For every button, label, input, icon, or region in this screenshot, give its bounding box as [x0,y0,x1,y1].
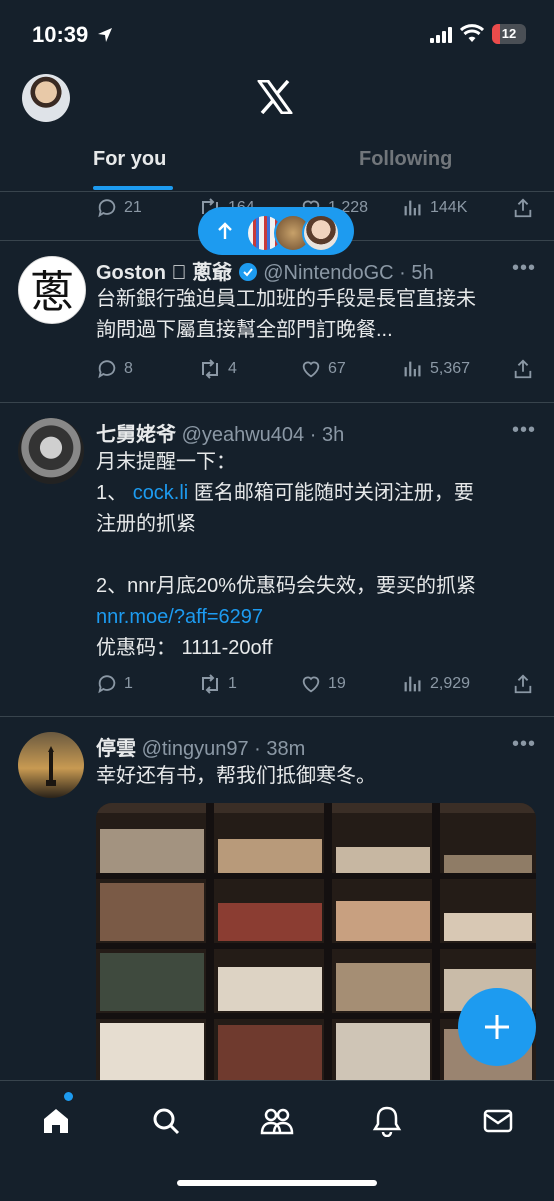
like-button[interactable]: 19 [300,673,346,695]
handle[interactable]: @tingyun97 [142,738,249,760]
views-icon [404,676,421,692]
signal-icon [430,27,454,48]
avatar[interactable] [18,418,84,484]
reply-icon [98,199,116,218]
communities-icon [260,1108,294,1135]
tweet-header: 七舅姥爷 @yeahwu404 · 3h [96,424,345,446]
tweet-actions: 8 4 67 5,367 [96,358,536,382]
more-icon[interactable]: ••• [512,257,536,280]
wifi-icon [459,24,485,49]
reply-count: 21 [124,199,142,216]
handle[interactable]: @NintendoGC [263,262,393,284]
tweet-divider [0,402,554,403]
new-posts-pill[interactable] [198,207,354,255]
views-icon [404,200,421,216]
reply-count: 1 [124,675,133,692]
share-button[interactable] [512,358,534,380]
avatar[interactable]: 蔥 [18,256,86,324]
display-name[interactable]: Goston  蔥爺 [96,262,232,284]
views-count: 144K [430,199,468,216]
notifications-icon [372,1106,402,1138]
handle[interactable]: @yeahwu404 [182,424,305,446]
share-button[interactable] [512,197,534,219]
battery-icon: 12 [492,24,526,44]
like-icon [302,676,320,693]
svg-text:蔥: 蔥 [30,267,74,318]
retweet-count: 4 [228,360,237,377]
tweet-header: Goston  蔥爺 @NintendoGC · 5h [96,256,434,285]
views-count: 5,367 [430,360,471,377]
share-button[interactable] [512,673,534,695]
retweet-icon [202,674,218,694]
tweet-text[interactable]: 幸好还有书，帮我们抵御寒冬。 [96,761,536,792]
arrow-up-icon [218,222,232,239]
tweet-header: 停雲 @tingyun97 · 38m [96,738,306,760]
retweet-button[interactable]: 1 [198,673,237,695]
tab-following[interactable]: Following [359,148,452,171]
home-indicator [177,1180,377,1186]
like-icon [302,361,320,378]
link[interactable]: nnr.moe/?aff=6297 [96,602,536,633]
nav-notifications[interactable] [372,1105,402,1142]
nav-communities[interactable] [260,1105,294,1142]
views-count: 2,929 [430,675,471,692]
like-button[interactable]: 67 [300,358,346,380]
tweet-actions: 1 1 19 2,929 [96,673,536,697]
location-arrow-icon [96,26,114,49]
views-button[interactable]: 144K [402,197,467,219]
link[interactable]: cock.li [133,482,189,504]
reply-icon [98,360,116,379]
reply-button[interactable]: 21 [96,197,142,219]
pill-avatar [302,214,340,252]
views-button[interactable]: 2,929 [402,673,470,695]
x-logo-icon[interactable] [257,79,293,119]
share-icon [514,674,532,694]
tweet-text[interactable]: 台新銀行強迫員工加班的手段是長官直接未 詢問過下屬直接幫全部門訂晚餐... [96,284,536,346]
home-icon [44,1109,68,1133]
share-icon [514,359,532,379]
retweet-icon [202,359,218,379]
more-icon[interactable]: ••• [512,419,536,442]
status-time: 10:39 [32,22,89,47]
tweet-text[interactable]: 月末提醒一下： 1、 cock.li 匿名邮箱可能随时关闭注册，要 注册的抓紧 … [96,447,536,664]
messages-icon [483,1109,513,1133]
reply-button[interactable]: 1 [96,673,133,695]
nav-messages[interactable] [482,1105,514,1142]
like-count: 67 [328,360,346,377]
reply-button[interactable]: 8 [96,358,133,380]
tweet-divider [0,716,554,717]
reply-count: 8 [124,360,133,377]
views-button[interactable]: 5,367 [402,358,470,380]
nav-home[interactable] [40,1105,72,1142]
timestamp[interactable]: 38m [266,738,305,760]
views-icon [404,361,421,377]
retweet-count: 1 [228,675,237,692]
timestamp[interactable]: 3h [322,424,344,446]
timestamp[interactable]: 5h [411,262,433,284]
nav-search[interactable] [150,1105,182,1142]
compose-button[interactable] [458,988,536,1066]
battery-level: 12 [501,26,517,41]
avatar[interactable] [18,732,84,798]
search-icon [153,1108,180,1135]
share-icon [514,198,532,218]
tab-for-you[interactable]: For you [93,148,166,171]
display-name[interactable]: 七舅姥爷 [96,424,176,446]
reply-icon [98,675,116,694]
more-icon[interactable]: ••• [512,733,536,756]
profile-avatar[interactable] [22,74,70,122]
like-count: 19 [328,675,346,692]
active-tab-indicator [93,186,173,190]
header-divider [0,191,554,192]
home-notification-dot [64,1092,73,1101]
verified-icon [238,263,257,281]
retweet-button[interactable]: 4 [198,358,237,380]
display-name[interactable]: 停雲 [96,738,136,760]
plus-icon [485,1015,509,1039]
